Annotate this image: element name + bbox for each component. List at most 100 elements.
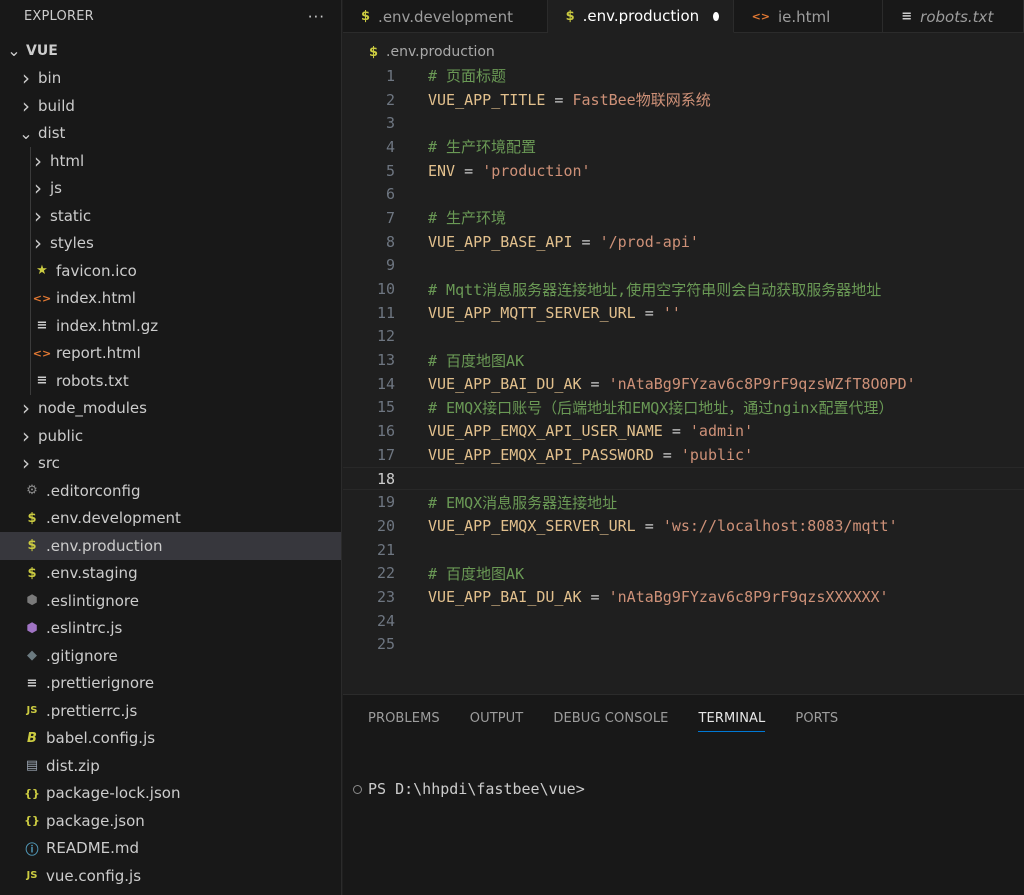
more-actions-icon[interactable]: ··· — [308, 8, 325, 26]
tree-folder[interactable]: ⌄ VUE — [0, 37, 341, 65]
panel-tab[interactable]: DEBUG CONSOLE — [553, 705, 668, 732]
code-line[interactable]: 20 VUE_APP_EMQX_SERVER_URL = 'ws://localh… — [343, 514, 1024, 538]
tree-folder[interactable]: › node_modules — [0, 395, 341, 423]
dollar-icon: $ — [369, 44, 379, 60]
code-line[interactable]: 7 # 生产环境 — [343, 206, 1024, 230]
code-line[interactable]: 15 # EMQX接口账号（后端地址和EMQX接口地址，通过nginx配置代理） — [343, 396, 1024, 420]
tree-folder[interactable]: › styles — [0, 229, 341, 257]
code-line[interactable]: 5 ENV = 'production' — [343, 159, 1024, 183]
panel-tab[interactable]: TERMINAL — [698, 705, 766, 732]
babel-icon: B — [27, 730, 37, 746]
editor-tab[interactable]: ≡ robots.txt — [883, 0, 1024, 33]
tree-file[interactable]: Bbabel.config.js — [0, 725, 341, 753]
code-line[interactable]: 14 VUE_APP_BAI_DU_AK = 'nAtaBg9FYzav6c8P9… — [343, 372, 1024, 396]
tab-label: .env.development — [378, 7, 513, 26]
breadcrumb[interactable]: $ .env.production — [343, 41, 495, 63]
chevron-right-icon: › — [22, 396, 30, 421]
code-line[interactable]: 23 VUE_APP_BAI_DU_AK = 'nAtaBg9FYzav6c8P9… — [343, 585, 1024, 609]
code-line[interactable]: 1 # 页面标题 — [343, 64, 1024, 88]
tree-folder[interactable]: ⌄ dist — [0, 120, 341, 148]
tree-file[interactable]: ⬢ .eslintrc.js — [0, 615, 341, 643]
code-line[interactable]: 17 VUE_APP_EMQX_API_PASSWORD = 'public' — [343, 443, 1024, 467]
code-line[interactable]: 11 VUE_APP_MQTT_SERVER_URL = '' — [343, 301, 1024, 325]
code-line[interactable]: 10 # Mqtt消息服务器连接地址,使用空字符串则会自动获取服务器地址 — [343, 277, 1024, 301]
tree-file[interactable]: ⬢ .eslintignore — [0, 587, 341, 615]
code-line[interactable]: 16 VUE_APP_EMQX_API_USER_NAME = 'admin' — [343, 419, 1024, 443]
chevron-down-icon: ⌄ — [19, 123, 33, 143]
tree-file[interactable]: ⓘ README.md — [0, 835, 341, 863]
tree-file[interactable]: JS .prettierrc.js — [0, 697, 341, 725]
terminal-line[interactable]: PS D:\hhpdi\fastbee\vue> — [353, 780, 585, 798]
editor-tab[interactable]: $ .env.production — [547, 0, 734, 33]
editor-tab[interactable]: <> ie.html — [734, 0, 884, 33]
code-editor[interactable]: 1 # 页面标题 2 VUE_APP_TITLE = FastBee物联网系统 3 4 # … — [343, 64, 1024, 664]
code-value: 'public' — [680, 445, 754, 464]
code-line[interactable]: 8 VUE_APP_BASE_API = '/prod-api' — [343, 230, 1024, 254]
code-text: # 生产环境配置 — [428, 136, 536, 157]
code-text: VUE_APP_BAI_DU_AK = 'nAtaBg9FYzav6c8P9rF… — [428, 588, 889, 606]
code-key: VUE_APP_TITLE — [428, 91, 546, 110]
code-comment: # 页面标题 — [428, 67, 507, 86]
code-line[interactable]: 13 # 百度地图AK — [343, 348, 1024, 372]
tree-file[interactable]: ★ favicon.ico — [0, 257, 341, 285]
code-key: VUE_APP_EMQX_API_PASSWORD — [428, 445, 654, 464]
tree-file[interactable]: ▤ dist.zip — [0, 752, 341, 780]
tree-folder[interactable]: › html — [0, 147, 341, 175]
code-operator: = — [635, 303, 663, 322]
code-line[interactable]: 2 VUE_APP_TITLE = FastBee物联网系统 — [343, 88, 1024, 112]
tree-item-label: package.json — [46, 811, 145, 830]
code-line[interactable]: 19 # EMQX消息服务器连接地址 — [343, 490, 1024, 514]
tree-file[interactable]: $ .env.staging — [0, 560, 341, 588]
tree-item-label: README.md — [46, 839, 140, 858]
line-number: 24 — [376, 611, 395, 630]
tree-folder[interactable]: › build — [0, 92, 341, 120]
tree-file[interactable]: <> report.html — [0, 339, 341, 367]
code-line[interactable]: 21 — [343, 538, 1024, 562]
tree-folder[interactable]: › static — [0, 202, 341, 230]
breadcrumb-file[interactable]: .env.production — [386, 44, 495, 60]
code-line[interactable]: 18 — [343, 466, 1024, 491]
tree-file[interactable]: ≡ index.html.gz — [0, 312, 341, 340]
code-line[interactable]: 25 — [343, 633, 1024, 657]
code-key: VUE_APP_EMQX_SERVER_URL — [428, 516, 636, 535]
unsaved-dot-icon[interactable] — [713, 11, 719, 21]
panel-tab[interactable]: OUTPUT — [470, 705, 524, 732]
code-line[interactable]: 3 — [343, 111, 1024, 135]
tree-file[interactable]: ≡ robots.txt — [0, 367, 341, 395]
line-number: 3 — [385, 114, 395, 133]
tree-file[interactable]: ⚙ .editorconfig — [0, 477, 341, 505]
tree-item-label: styles — [50, 234, 94, 253]
tree-item-label: .env.production — [46, 536, 163, 555]
code-line[interactable]: 24 — [343, 609, 1024, 633]
tree-file[interactable]: JS vue.config.js — [0, 862, 341, 890]
tree-item-label: babel.config.js — [46, 729, 156, 748]
tree-file[interactable]: ◆ .gitignore — [0, 642, 341, 670]
editor-tab[interactable]: $ .env.development — [343, 0, 548, 33]
tree-folder[interactable]: › js — [0, 174, 341, 202]
code-value: 'nAtaBg9FYzav6c8P9rF9qzsWZfT8O0PD' — [608, 374, 916, 393]
code-operator: = — [545, 91, 573, 110]
tree-file[interactable]: {} package.json — [0, 807, 341, 835]
code-text: VUE_APP_BASE_API = '/prod-api' — [428, 233, 699, 251]
tree-folder[interactable]: › public — [0, 422, 341, 450]
info-icon: ⓘ — [25, 842, 39, 858]
line-number: 21 — [376, 540, 395, 559]
tab-label: .env.production — [582, 7, 700, 25]
code-line[interactable]: 6 — [343, 182, 1024, 206]
code-text: VUE_APP_EMQX_SERVER_URL = 'ws://localhos… — [428, 517, 898, 535]
tree-file[interactable]: {} package-lock.json — [0, 780, 341, 808]
code-line[interactable]: 9 — [343, 254, 1024, 278]
tree-item-label: vue.config.js — [46, 866, 142, 885]
panel-tab[interactable]: PROBLEMS — [368, 705, 440, 732]
tree-file[interactable]: ≡ .prettierignore — [0, 670, 341, 698]
tree-folder[interactable]: › bin — [0, 65, 341, 93]
tree-file[interactable]: $ .env.production — [0, 532, 341, 560]
code-line[interactable]: 12 — [343, 325, 1024, 349]
tree-file[interactable]: $ .env.development — [0, 505, 341, 533]
tree-file[interactable]: <> index.html — [0, 284, 341, 312]
code-line[interactable]: 22 # 百度地图AK — [343, 561, 1024, 585]
code-line[interactable]: 4 # 生产环境配置 — [343, 135, 1024, 159]
line-number: 20 — [376, 516, 395, 535]
tree-folder[interactable]: › src — [0, 450, 341, 478]
panel-tab[interactable]: PORTS — [795, 705, 838, 732]
